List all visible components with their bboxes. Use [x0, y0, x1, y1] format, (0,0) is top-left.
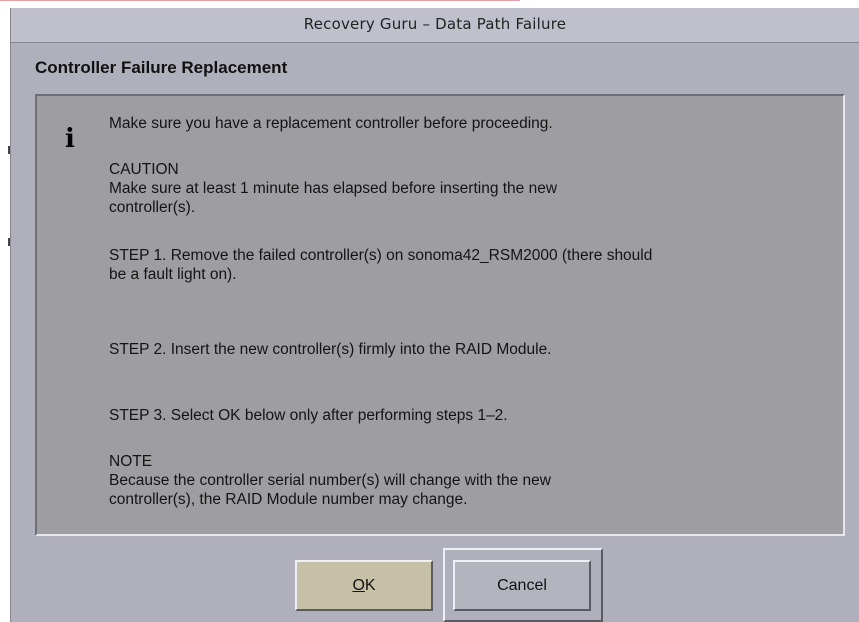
dialog-frame: Recovery Guru – Data Path Failure Contro…: [10, 8, 859, 622]
ok-button-mnemonic: O: [352, 577, 365, 594]
message-caution-label: CAUTION: [109, 161, 179, 178]
ok-button[interactable]: OK: [295, 560, 433, 611]
left-edge: [0, 8, 10, 622]
message-step1-line-1: STEP 1. Remove the failed controller(s) …: [109, 247, 653, 264]
message-note-label: NOTE: [109, 453, 153, 470]
message-step3: STEP 3. Select OK below only after perfo…: [109, 407, 508, 424]
top-edge-accent: [0, 0, 520, 1]
message-step1-line-2: be a fault light on).: [109, 266, 237, 283]
message-note-line-1: Because the controller serial number(s) …: [109, 472, 551, 489]
dialog-window: Recovery Guru – Data Path Failure Contro…: [0, 0, 859, 622]
info-icon: i: [65, 124, 75, 154]
ok-button-label: K: [364, 577, 376, 594]
message-note-line-2: controller(s), the RAID Module number ma…: [109, 491, 468, 508]
window-title[interactable]: Recovery Guru – Data Path Failure: [11, 8, 859, 43]
top-edge: [0, 0, 859, 8]
dialog-heading: Controller Failure Replacement: [35, 58, 288, 77]
message-step2: STEP 2. Insert the new controller(s) fir…: [109, 341, 552, 358]
cancel-button[interactable]: Cancel: [453, 560, 591, 611]
message-caution-line-2: controller(s).: [109, 199, 196, 216]
message-caution-line-1: Make sure at least 1 minute has elapsed …: [109, 180, 558, 197]
message-panel: i Make sure you have a replacement contr…: [35, 94, 845, 536]
message-line-intro: Make sure you have a replacement control…: [109, 115, 553, 132]
